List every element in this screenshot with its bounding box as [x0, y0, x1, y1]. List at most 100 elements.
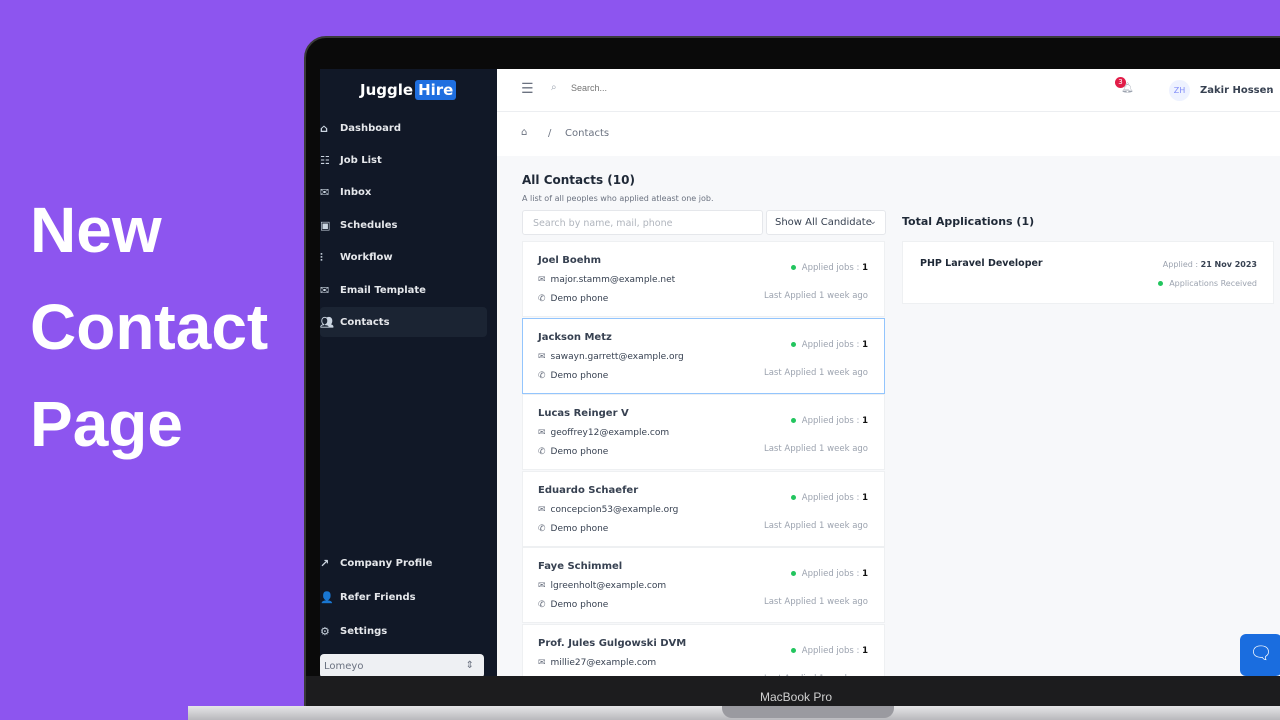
status-dot — [790, 265, 796, 270]
applied-count: 1 — [862, 416, 868, 426]
breadcrumb: ⌂ / Contacts — [497, 112, 1280, 156]
contact-phone: Demo phone — [550, 600, 609, 610]
avatar[interactable]: ZH — [1169, 80, 1190, 101]
search-input[interactable] — [571, 83, 771, 93]
sidebar-item-schedules[interactable]: ▣ Schedules — [320, 210, 487, 240]
contact-email: sawayn.garrett@example.org — [550, 351, 684, 362]
chevron-updown-icon: ⇕ — [465, 660, 474, 671]
contact-card[interactable]: Eduardo Schaefer ✉ concepcion53@example.o… — [522, 470, 885, 547]
inbox-icon: ✉ — [320, 186, 330, 200]
sidebar-item-label: Schedules — [340, 219, 398, 231]
top-bar: ☰ ⌕ 🔔︎ 3 ZH Zakir Hossen ⌄ — [497, 69, 1280, 112]
sidebar: Juggle Hire ⌂ Dashboard ☷ Job List ✉ Inbox ▣ Sch… — [320, 69, 497, 676]
contact-phone: Demo phone — [550, 447, 609, 457]
status-dot — [1158, 281, 1164, 286]
contact-search-input[interactable]: Search by name, mail, phone — [522, 210, 763, 235]
sidebar-item-contacts[interactable]: 👥︎ Contacts — [320, 307, 487, 338]
page-title: All Contacts (10) — [522, 173, 635, 187]
laptop-chin: MacBook Pro — [306, 676, 1280, 706]
users-icon: ☷ — [320, 153, 330, 167]
contact-card[interactable]: Prof. Jules Gulgowski DVM ✉ millie27@exam… — [522, 623, 885, 677]
user-name[interactable]: Zakir Hossen — [1200, 85, 1274, 96]
chevron-down-icon: ⌄ — [868, 216, 877, 227]
sidebar-item-email-template[interactable]: ✉ Email Template — [320, 275, 487, 305]
sidebar-item-settings[interactable]: ⚙ Settings — [320, 616, 487, 646]
contact-name: Eduardo Schaefer — [538, 484, 639, 496]
contact-email: geoffrey12@example.com — [550, 428, 670, 438]
last-applied: Last Applied 1 week ago — [764, 674, 868, 677]
external-link-icon: ↗ — [320, 556, 330, 570]
sidebar-item-label: Company Profile — [340, 557, 433, 569]
status-badge: Applications Received — [1169, 279, 1257, 288]
sidebar-item-company-profile[interactable]: ↗ Company Profile — [320, 548, 487, 578]
hero-line: New — [30, 194, 162, 266]
mail-icon: ✉ — [538, 504, 546, 515]
contact-name: Lucas Reinger V — [538, 408, 629, 419]
last-applied: Last Applied 1 week ago — [763, 597, 868, 607]
application-card[interactable]: PHP Laravel Developer Applied : 21 Nov 2… — [902, 241, 1274, 304]
sidebar-item-label: Inbox — [340, 187, 372, 199]
contact-card[interactable]: Faye Schimmel ✉ lgreenholt@example.com ✆ D… — [522, 547, 885, 623]
logo[interactable]: Juggle Hire — [360, 80, 457, 100]
sidebar-item-inbox[interactable]: ✉ Inbox — [320, 178, 487, 208]
organization-select[interactable]: Lomeyo ⇕ — [320, 654, 484, 676]
contact-name: Faye Schimmel — [538, 561, 623, 572]
calendar-icon: ▣ — [320, 218, 331, 232]
contact-phone: Demo phone — [550, 370, 609, 381]
job-title: PHP Laravel Developer — [920, 258, 1043, 269]
phone-icon: ✆ — [538, 523, 546, 534]
contact-email: millie27@example.com — [550, 657, 657, 668]
contact-email: concepcion53@example.org — [550, 504, 679, 515]
sidebar-item-dashboard[interactable]: ⌂ Dashboard — [320, 113, 487, 143]
sidebar-item-workflow[interactable]: ⫶ Workflow — [320, 243, 487, 273]
candidate-filter-select[interactable]: Show All Candidate ⌄ — [766, 210, 886, 235]
chevron-down-icon[interactable]: ⌄ — [1265, 84, 1273, 95]
menu-icon[interactable]: ☰ — [521, 81, 534, 97]
contacts-icon: 👥︎ — [320, 315, 334, 329]
user-plus-icon: 👤 — [320, 590, 334, 604]
phone-icon: ✆ — [538, 294, 546, 304]
chat-button[interactable]: 🗨︎ — [1240, 634, 1280, 676]
app-screen: Juggle Hire ⌂ Dashboard ☷ Job List ✉ Inbox ▣ Sch… — [320, 69, 1280, 676]
contact-name: Prof. Jules Gulgowski DVM — [538, 637, 687, 649]
status-dot — [790, 571, 796, 576]
mail-template-icon: ✉ — [320, 283, 330, 297]
breadcrumb-current: Contacts — [565, 128, 610, 139]
sliders-icon: ⫶ — [320, 250, 323, 264]
mail-icon: ✉ — [538, 581, 546, 591]
hero-line: Contact — [30, 291, 269, 363]
contact-phone: Demo phone — [550, 294, 609, 304]
home-icon[interactable]: ⌂ — [521, 127, 527, 138]
mail-icon: ✉ — [538, 351, 546, 362]
contact-phone: Demo phone — [550, 523, 609, 534]
sidebar-item-job-list[interactable]: ☷ Job List — [320, 145, 487, 175]
home-icon: ⌂ — [320, 121, 328, 135]
contact-card[interactable]: Jackson Metz ✉ sawayn.garrett@example.org… — [522, 317, 885, 394]
last-applied: Last Applied 1 week ago — [763, 367, 868, 378]
contact-card[interactable]: Lucas Reinger V ✉ geoffrey12@example.com … — [522, 394, 885, 470]
contact-name: Joel Boehm — [538, 255, 602, 266]
sidebar-item-label: Settings — [340, 625, 388, 637]
contact-name: Jackson Metz — [538, 331, 612, 343]
phone-icon: ✆ — [538, 600, 546, 610]
device-label: MacBook Pro — [759, 690, 833, 704]
sidebar-item-refer-friends[interactable]: 👤 Refer Friends — [320, 582, 487, 612]
mail-icon: ✉ — [538, 275, 546, 285]
contact-card[interactable]: Joel Boehm ✉ major.stamm@example.net ✆ Dem… — [522, 241, 885, 317]
chat-icon: 🗨︎ — [1249, 643, 1273, 664]
status-dot — [790, 647, 796, 653]
sidebar-item-label: Dashboard — [340, 122, 401, 134]
laptop-notch — [722, 706, 894, 718]
sidebar-item-label: Refer Friends — [340, 591, 416, 603]
status-dot — [790, 418, 796, 423]
gear-icon: ⚙ — [320, 624, 330, 638]
search-icon: ⌕ — [551, 82, 557, 93]
applications-title: Total Applications (1) — [902, 215, 1035, 228]
sidebar-item-label: Email Template — [340, 284, 426, 296]
mail-icon: ✉ — [538, 428, 546, 438]
page-subtitle: A list of all peoples who applied atleas… — [522, 194, 714, 203]
last-applied: Last Applied 1 week ago — [763, 291, 868, 301]
mail-icon: ✉ — [538, 657, 546, 668]
last-applied: Last Applied 1 week ago — [763, 520, 868, 531]
phone-icon: ✆ — [538, 370, 546, 381]
